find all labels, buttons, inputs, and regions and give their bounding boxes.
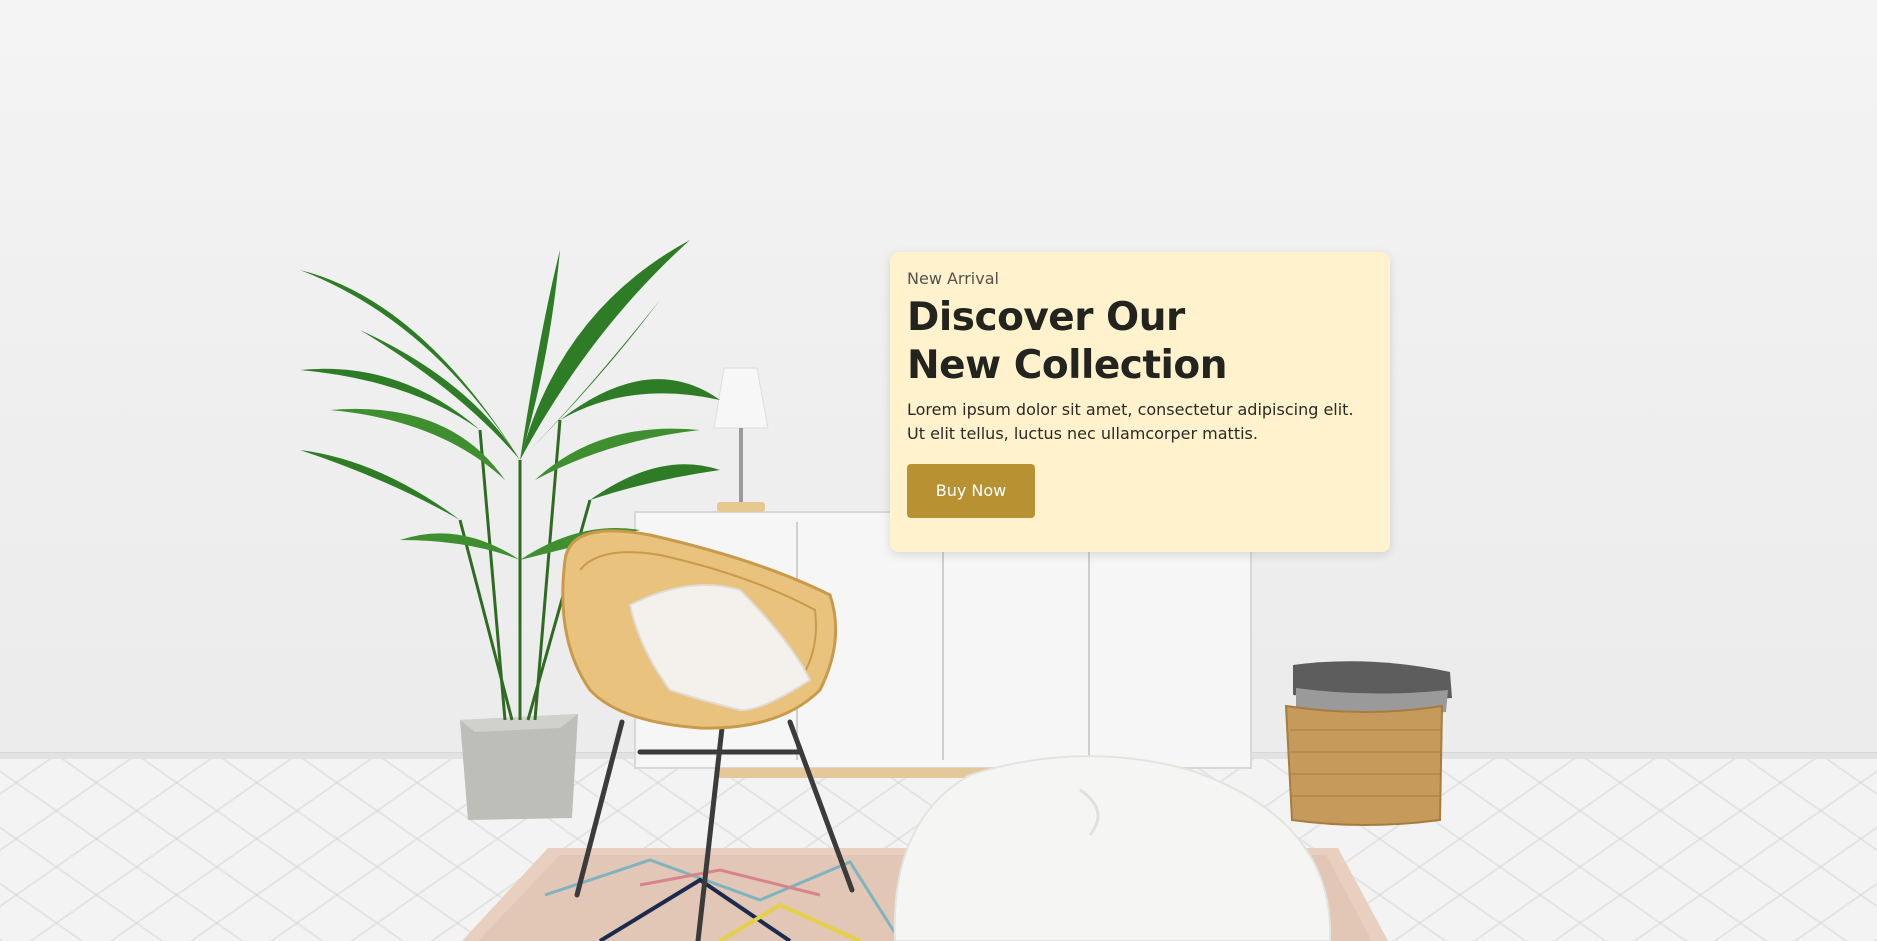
- white-bean-bag: [893, 755, 1332, 941]
- hero-section: New Arrival Discover Our New Collection …: [0, 0, 1877, 941]
- buy-now-button[interactable]: Buy Now: [907, 464, 1035, 518]
- page-title: Discover Our New Collection: [907, 295, 1228, 388]
- promo-card: New Arrival Discover Our New Collection …: [890, 252, 1390, 552]
- promo-description: Lorem ipsum dolor sit amet, consectetur …: [907, 400, 1354, 443]
- eyebrow-label: New Arrival: [907, 269, 999, 288]
- table-lamp: [713, 367, 769, 512]
- wicker-basket-with-folded-towels: [1284, 661, 1452, 826]
